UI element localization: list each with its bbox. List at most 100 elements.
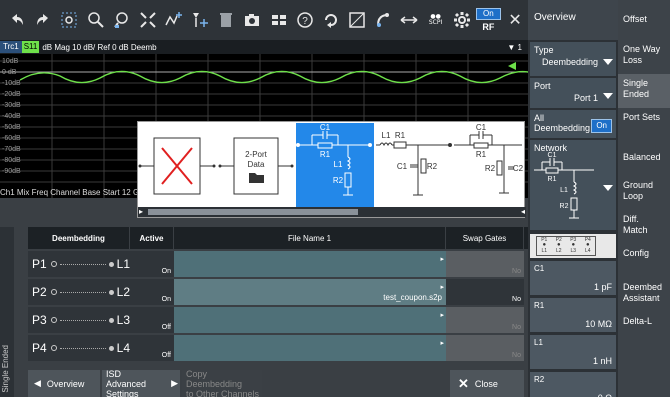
all-deembedding-toggle[interactable]: All Deembedding On bbox=[530, 110, 616, 138]
all-deembedding-on[interactable]: On bbox=[591, 119, 612, 133]
svg-text:C1: C1 bbox=[476, 123, 487, 132]
active-cell[interactable]: On bbox=[130, 251, 174, 277]
y-axis-labels: 10dB 0 dB -10dB -20dB -30dB -40dB -50dB -60d… bbox=[2, 58, 21, 175]
rf-label: RF bbox=[482, 22, 495, 32]
add-trace-icon[interactable] bbox=[161, 4, 187, 36]
close-icon[interactable]: ✕ bbox=[502, 4, 528, 36]
tab-config[interactable]: Config bbox=[618, 244, 670, 278]
port-diagram: P1 P2 P3 P4 ● ● ● ● L1 L2 L3 L4 bbox=[530, 234, 616, 258]
port-select[interactable]: Port Port 1 bbox=[530, 78, 616, 108]
tab-diff-match[interactable]: Diff. Match bbox=[618, 210, 670, 244]
softkey-tabs: Offset One Way Loss Single Ended Port Se… bbox=[618, 0, 670, 397]
window-icon[interactable] bbox=[344, 4, 370, 36]
tab-deembed-assistant[interactable]: Deembed Assistant bbox=[618, 278, 670, 312]
deembed-port-cell: P4 L4 bbox=[28, 335, 130, 361]
redo-icon[interactable] bbox=[30, 4, 56, 36]
copy-deembedding-button[interactable]: Copy Deembedding to Other Channels bbox=[182, 369, 262, 397]
col-active: Active bbox=[130, 227, 174, 249]
swap-gates-cell[interactable]: No bbox=[446, 335, 524, 361]
scpi-icon[interactable]: ●● SCPI bbox=[423, 4, 449, 36]
swap-gates-cell[interactable]: No bbox=[446, 279, 524, 305]
tab-offset[interactable]: Offset bbox=[618, 0, 670, 40]
svg-text:C2: C2 bbox=[513, 164, 524, 173]
active-cell[interactable]: Off bbox=[130, 307, 174, 333]
gear-icon[interactable] bbox=[449, 4, 475, 36]
file-name-cell[interactable]: ▸ bbox=[174, 307, 446, 333]
tab-ground-loop[interactable]: Ground Loop bbox=[618, 176, 670, 210]
tab-port-sets[interactable]: Port Sets bbox=[618, 108, 670, 142]
rf-toggle[interactable]: On RF bbox=[475, 4, 502, 36]
network-scrollbar[interactable]: ▸ ◂ bbox=[138, 207, 526, 217]
svg-text:L1: L1 bbox=[560, 187, 568, 194]
layout-icon[interactable] bbox=[266, 4, 292, 36]
zoom-reset-icon[interactable] bbox=[109, 4, 135, 36]
network-option-none[interactable] bbox=[138, 123, 216, 208]
close-button[interactable]: ✕ Close bbox=[450, 370, 524, 397]
wizard-icon[interactable] bbox=[370, 4, 396, 36]
network-option-2port-data[interactable]: 2-Port Data bbox=[218, 123, 294, 208]
single-ended-tab: Single Ended bbox=[0, 227, 14, 397]
param-l1[interactable]: L1 1 nH bbox=[530, 335, 616, 369]
table-row[interactable]: P1 L1 On ▸ No bbox=[28, 251, 528, 277]
tab-one-way-loss[interactable]: One Way Loss bbox=[618, 40, 670, 74]
tab-delta-l[interactable]: Delta-L bbox=[618, 312, 670, 346]
scale-icon[interactable] bbox=[135, 4, 161, 36]
network-option-selected[interactable]: C1 R1 L1 R2 bbox=[296, 123, 374, 208]
close-x-icon: ✕ bbox=[458, 375, 469, 391]
svg-text:R2: R2 bbox=[560, 203, 569, 210]
delete-icon[interactable] bbox=[213, 4, 239, 36]
swap-gates-cell[interactable]: No bbox=[446, 251, 524, 277]
col-deembedding: Deembedding bbox=[28, 227, 130, 249]
undo-icon[interactable] bbox=[4, 4, 30, 36]
svg-text:R1: R1 bbox=[548, 176, 557, 183]
app-root: ? ●● SCPI On RF ✕ Trc1 S11 dB Mag 10 dB/ … bbox=[0, 0, 670, 397]
side-panel-header: Overview bbox=[528, 0, 618, 40]
overview-button[interactable]: ◀ Overview bbox=[28, 370, 100, 397]
help-icon[interactable]: ? bbox=[292, 4, 318, 36]
param-r1[interactable]: R1 10 MΩ bbox=[530, 298, 616, 332]
svg-text:C1: C1 bbox=[548, 152, 557, 159]
svg-text:R1: R1 bbox=[476, 150, 487, 159]
svg-text:2-Port: 2-Port bbox=[245, 150, 268, 159]
tab-balanced[interactable]: Balanced bbox=[618, 142, 670, 176]
table-row[interactable]: P2 L2 On ▸ test_coupon.s2p No bbox=[28, 279, 528, 305]
active-cell[interactable]: Off bbox=[130, 335, 174, 361]
isd-advanced-settings-button[interactable]: ISD Advanced Settings ▶ bbox=[102, 369, 180, 397]
deembedding-table: Deembedding Active File Name 1 Swap Gate… bbox=[28, 227, 528, 367]
file-name-cell[interactable]: ▸ bbox=[174, 335, 446, 361]
camera-icon[interactable] bbox=[239, 4, 265, 36]
tab-single-ended[interactable]: Single Ended bbox=[618, 74, 670, 108]
col-swap-gates: Swap Gates bbox=[446, 227, 524, 249]
arrows-icon[interactable] bbox=[396, 4, 422, 36]
side-panel: Overview Type Deembedding Port Port 1 Al… bbox=[528, 0, 618, 397]
col-file-name: File Name 1 bbox=[174, 227, 446, 249]
svg-text:Data: Data bbox=[248, 160, 265, 169]
network-select[interactable]: Network C1 R1 L1 R2 bbox=[530, 140, 616, 230]
network-preview-icon: C1 R1 L1 R2 bbox=[534, 152, 594, 219]
channel-base-info: Ch1 Mix Freq Channel Base Start 12 G bbox=[0, 188, 140, 197]
add-marker-icon[interactable] bbox=[187, 4, 213, 36]
table-header: Deembedding Active File Name 1 Swap Gate… bbox=[28, 227, 528, 249]
active-cell[interactable]: On bbox=[130, 279, 174, 305]
network-scroll-thumb[interactable] bbox=[148, 209, 358, 215]
file-name-cell[interactable]: ▸ test_coupon.s2p bbox=[174, 279, 446, 305]
param-r2[interactable]: R20 Ω bbox=[530, 372, 616, 397]
param-c1[interactable]: C1 1 pF bbox=[530, 261, 616, 295]
network-selector[interactable]: 2-Port Data C1 R1 L1 R2 L1 R1 C1 R2 C1 R… bbox=[137, 121, 526, 218]
type-select[interactable]: Type Deembedding bbox=[530, 42, 616, 76]
table-row[interactable]: P3 L3 Off ▸ No bbox=[28, 307, 528, 333]
svg-text:R2: R2 bbox=[333, 176, 344, 185]
swap-gates-cell[interactable]: No bbox=[446, 307, 524, 333]
file-name-cell[interactable]: ▸ bbox=[174, 251, 446, 277]
table-row[interactable]: P4 L4 Off ▸ No bbox=[28, 335, 528, 361]
network-option-l-r-c-r[interactable]: L1 R1 C1 R2 bbox=[374, 123, 452, 208]
chevron-down-icon bbox=[603, 93, 613, 99]
bottom-bar: ◀ Overview ISD Advanced Settings ▶ Copy D… bbox=[28, 369, 528, 397]
zoom-icon[interactable] bbox=[82, 4, 108, 36]
zoom-box-icon[interactable] bbox=[56, 4, 82, 36]
back-arrow-icon: ◀ bbox=[34, 378, 41, 388]
network-option-c-r-r-c[interactable]: C1 R1 R2 C2 bbox=[452, 123, 524, 208]
svg-text:C1: C1 bbox=[397, 162, 408, 171]
refresh-icon[interactable] bbox=[318, 4, 344, 36]
deembed-port-cell: P3 L3 bbox=[28, 307, 130, 333]
